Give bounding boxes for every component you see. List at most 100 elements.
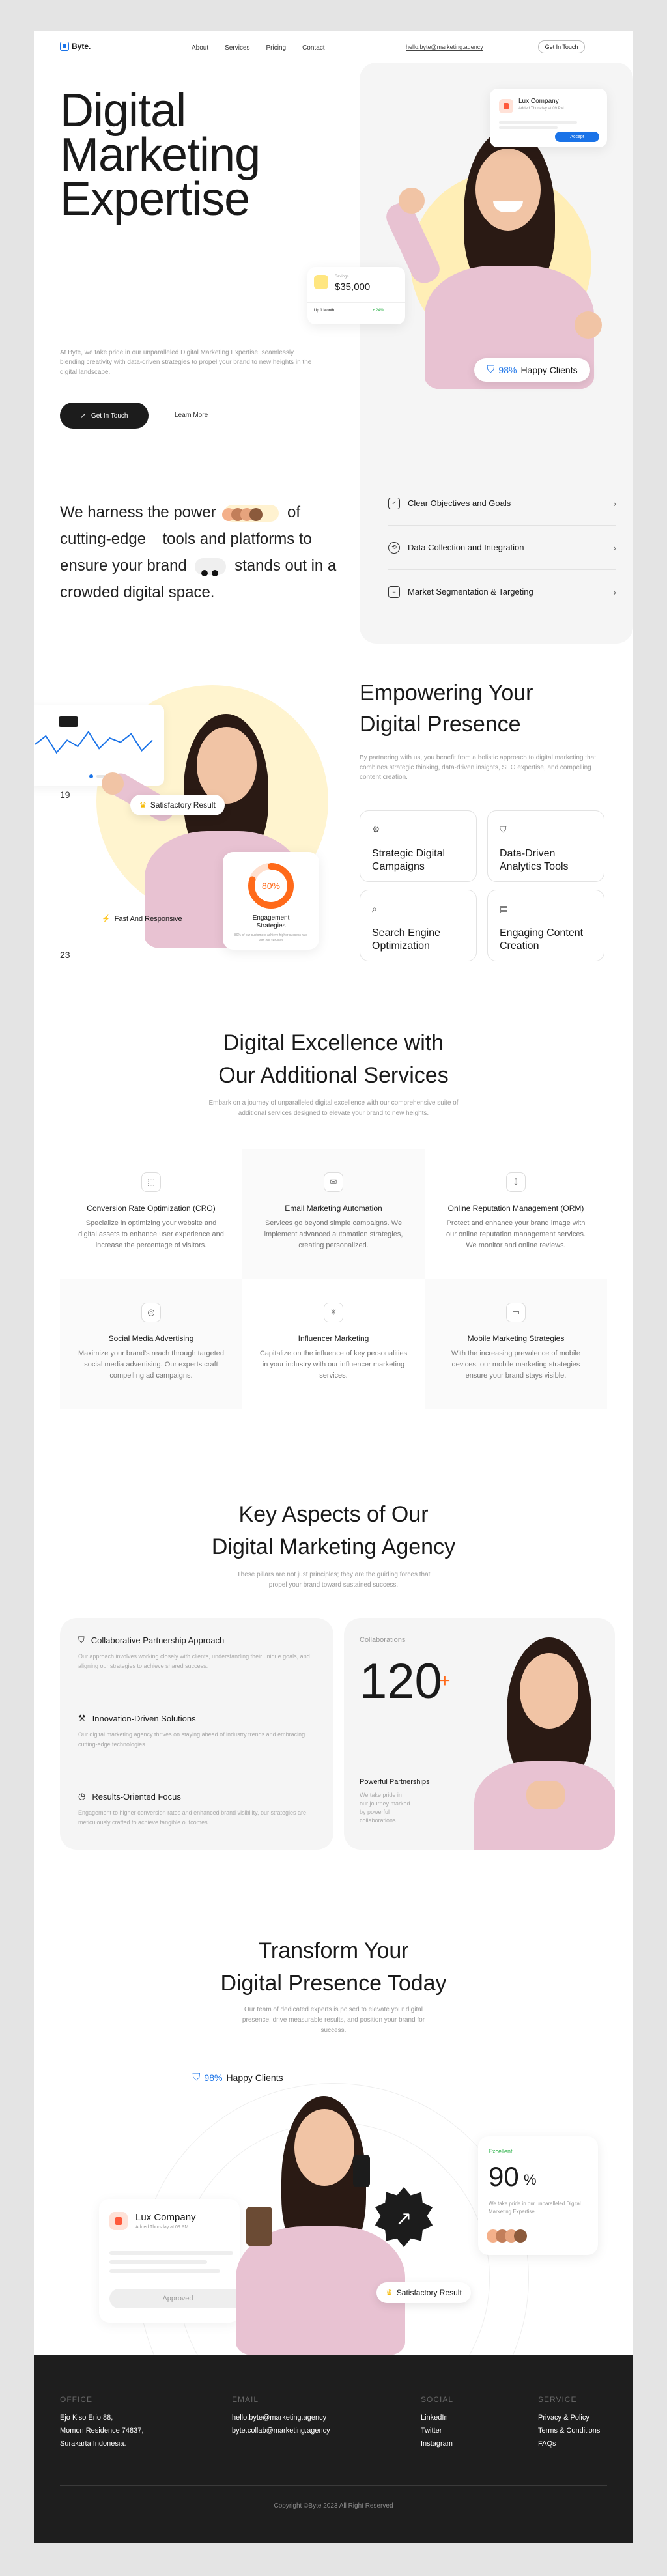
- footer-email-link[interactable]: byte.collab@marketing.agency: [232, 2424, 330, 2437]
- aspects-description: These pillars are not just principles; t…: [236, 1571, 431, 1589]
- brand-logo[interactable]: Byte.: [60, 42, 91, 51]
- brand-name: Byte.: [72, 42, 91, 51]
- accept-button[interactable]: Accept: [555, 132, 599, 142]
- transform-satisfactory-badge: ♛ Satisfactory Result: [376, 2282, 471, 2303]
- service-card-orm[interactable]: ⇩ Online Reputation Management (ORM) Pro…: [425, 1149, 607, 1279]
- excellent-label: Excellent: [489, 2148, 513, 2155]
- footer-email: EMAIL hello.byte@marketing.agency byte.c…: [232, 2393, 330, 2437]
- empower-card-seo[interactable]: ⌕ Search Engine Optimization: [360, 890, 477, 961]
- services-description: Embark on a journey of unparalleled digi…: [208, 1099, 459, 1117]
- empower-card-analytics[interactable]: ⛉ Data-Driven Analytics Tools: [487, 810, 604, 882]
- footer-office-line: Momon Residence 74837,: [60, 2427, 144, 2435]
- avatars-pill: [222, 504, 279, 522]
- collab-woman-image: [455, 1631, 615, 1850]
- hero-list-item-segmentation[interactable]: ≡ Market Segmentation & Targeting ›: [388, 569, 616, 614]
- learn-more-link[interactable]: Learn More: [175, 412, 208, 419]
- hero-list-item-objectives[interactable]: ✓ Clear Objectives and Goals ›: [388, 481, 616, 525]
- harness-statement: We harness the power of cutting-edge too…: [60, 499, 347, 606]
- crown-icon: ♛: [139, 800, 147, 810]
- satisfactory-label: Satisfactory Result: [150, 800, 216, 810]
- service-card-mobile[interactable]: ▭ Mobile Marketing Strategies With the i…: [425, 1279, 607, 1409]
- document-icon: ▤: [500, 903, 509, 914]
- hero-list-item-data[interactable]: ⟲ Data Collection and Integration ›: [388, 525, 616, 569]
- aspect-partnership: ⛉ Collaborative Partnership Approach Our …: [78, 1635, 319, 1671]
- empower-card-label: Engaging Content Creation: [500, 927, 584, 952]
- empower-card-label: Data-Driven Analytics Tools: [500, 848, 569, 872]
- chevron-right-icon: ›: [613, 586, 616, 597]
- wallet-icon: [314, 275, 328, 289]
- nav-link-contact[interactable]: Contact: [302, 44, 324, 51]
- footer-faqs-link[interactable]: FAQs: [538, 2437, 600, 2450]
- excellent-desc: We take pride in our unparalleled Digita…: [489, 2201, 581, 2215]
- empower-card-content[interactable]: ▤ Engaging Content Creation: [487, 890, 604, 961]
- empower-title: Empowering Your Digital Presence: [360, 677, 533, 740]
- hero-get-in-touch-button[interactable]: ↗ Get In Touch: [60, 403, 149, 429]
- service-title: Influencer Marketing: [298, 1334, 369, 1343]
- footer-terms-link[interactable]: Terms & Conditions: [538, 2424, 600, 2437]
- coffee-cup: [246, 2207, 272, 2246]
- harness-text-1: We harness the power: [60, 503, 216, 521]
- satisfactory-label: Satisfactory Result: [396, 2288, 462, 2297]
- footer-email-head: EMAIL: [232, 2395, 259, 2404]
- footer-office-line: Ejo Kiso Erio 88,: [60, 2414, 113, 2422]
- service-desc: Capitalize on the influence of key perso…: [259, 1350, 408, 1380]
- footer-social-instagram[interactable]: Instagram: [421, 2437, 453, 2450]
- happy-clients-label: Happy Clients: [520, 365, 578, 375]
- excellent-value: 90: [489, 2161, 519, 2192]
- transform-title-line-2: Digital Presence Today: [220, 1971, 447, 1996]
- shield-check-icon: ⛉: [487, 364, 495, 375]
- eyes-pill: [195, 558, 227, 576]
- lightning-icon: ⚡: [102, 915, 111, 923]
- aspects-title-line-1: Key Aspects of Our: [238, 1502, 429, 1527]
- footer-email-link[interactable]: hello.byte@marketing.agency: [232, 2411, 330, 2424]
- service-card-influencer[interactable]: ✳ Influencer Marketing Capitalize on the…: [242, 1279, 425, 1409]
- nav-email-link[interactable]: hello.byte@marketing.agency: [406, 44, 483, 51]
- service-desc: Specialize in optimizing your website an…: [78, 1219, 224, 1249]
- service-card-cro[interactable]: ⬚ Conversion Rate Optimization (CRO) Spe…: [60, 1149, 242, 1279]
- influencer-icon: ✳: [324, 1303, 343, 1322]
- aspects-title-line-2: Digital Marketing Agency: [211, 1535, 456, 1559]
- happy-clients-value: 98%: [498, 365, 517, 375]
- search-icon: ⌕: [372, 903, 377, 914]
- email-icon: ✉: [324, 1172, 343, 1192]
- segment-icon: ≡: [388, 586, 400, 598]
- savings-value: $35,000: [335, 281, 371, 292]
- innovation-icon: ⚒: [78, 1713, 86, 1723]
- footer-divider: [60, 2485, 607, 2486]
- footer-social-linkedin[interactable]: LinkedIn: [421, 2411, 453, 2424]
- savings-change: + 24%: [373, 309, 384, 313]
- hero-description: At Byte, we take pride in our unparallel…: [60, 349, 312, 376]
- service-desc: With the increasing prevalence of mobile…: [451, 1350, 581, 1380]
- collab-value: 120: [360, 1654, 442, 1709]
- service-card-social[interactable]: ◎ Social Media Advertising Maximize your…: [60, 1279, 242, 1409]
- crown-icon: ♛: [386, 2288, 393, 2297]
- partnership-icon: ⛉: [78, 1635, 85, 1645]
- savings-stat-card: Savings $35,000 Up 1 Month + 24%: [307, 267, 405, 324]
- services-title-line-2: Our Additional Services: [218, 1063, 449, 1088]
- aspect-title: Results-Oriented Focus: [92, 1791, 181, 1802]
- lux-company-sub: Added Thursday at 09 PM: [518, 107, 564, 111]
- happy-clients-label: Happy Clients: [226, 2073, 283, 2083]
- nav-link-pricing[interactable]: Pricing: [266, 44, 287, 51]
- collab-label: Collaborations: [360, 1636, 406, 1644]
- hero-woman-image: [382, 103, 607, 403]
- service-card-email[interactable]: ✉ Email Marketing Automation Services go…: [242, 1149, 425, 1279]
- empower-card-campaigns[interactable]: ⚙ Strategic Digital Campaigns: [360, 810, 477, 882]
- footer-office-head: OFFICE: [60, 2395, 92, 2404]
- transform-title: Transform Your Digital Presence Today: [34, 1934, 633, 2000]
- footer-privacy-link[interactable]: Privacy & Policy: [538, 2411, 600, 2424]
- footer-social-twitter[interactable]: Twitter: [421, 2424, 453, 2437]
- nav-link-about[interactable]: About: [192, 44, 208, 51]
- service-title: Conversion Rate Optimization (CRO): [87, 1204, 216, 1213]
- harness-text-6: stands: [234, 557, 281, 574]
- logo-icon: [60, 42, 69, 51]
- engagement-card: 80% Engagement Strategies 80% of our cus…: [223, 852, 319, 950]
- landing-page: Byte. About Services Pricing Contact hel…: [34, 31, 633, 2543]
- satisfactory-badge: ♛ Satisfactory Result: [130, 795, 225, 815]
- nav-get-in-touch-button[interactable]: Get In Touch: [538, 40, 585, 53]
- nav-link-services[interactable]: Services: [225, 44, 249, 51]
- harness-text-2: of: [287, 503, 301, 521]
- service-desc: Protect and enhance your brand image wit…: [446, 1219, 586, 1249]
- hero-get-in-touch-label: Get In Touch: [91, 412, 128, 419]
- transform-title-line-1: Transform Your: [258, 1938, 409, 1963]
